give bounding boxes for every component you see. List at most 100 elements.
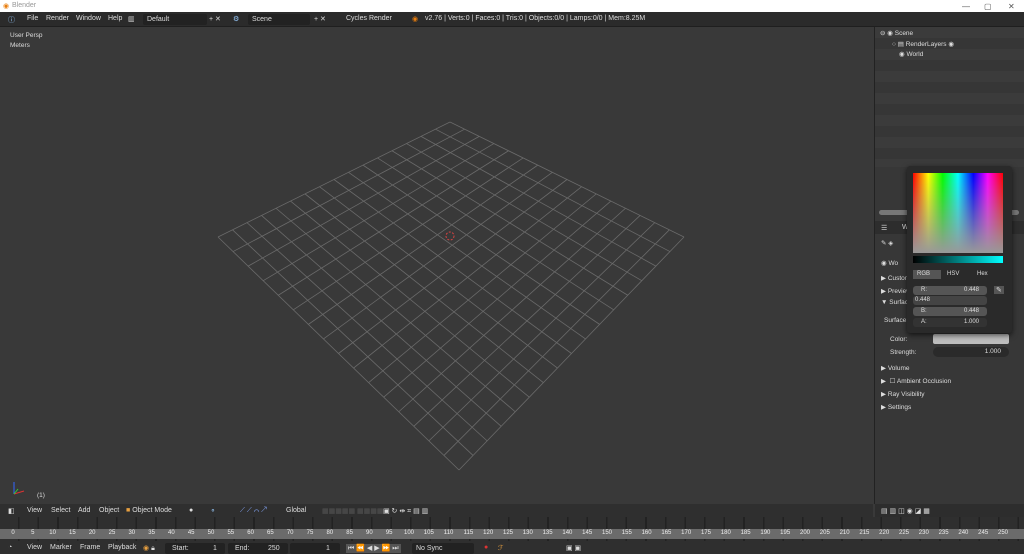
pivot-icon[interactable]: ⚬ (210, 507, 216, 515)
blue-field[interactable]: B: 0.448 (913, 307, 987, 316)
layout-icon: ▥ (128, 16, 135, 23)
frame-tick-label: 10 (49, 530, 56, 536)
menu-view[interactable]: View (27, 507, 42, 514)
maximize-button[interactable]: ▢ (984, 2, 992, 11)
eyedropper-icon[interactable]: ✎ (994, 286, 1004, 294)
timeline-menu-frame[interactable]: Frame (80, 544, 100, 551)
add-scene-button[interactable]: + ✕ (314, 15, 326, 23)
frame-tick-label: 110 (443, 530, 454, 536)
red-field[interactable]: R: 0.448 (913, 286, 987, 295)
info-header: ⓘ File Render Window Help ▥ Default + ✕ … (0, 12, 1024, 27)
frame-tick-label: 220 (879, 530, 890, 536)
menu-render[interactable]: Render (46, 15, 69, 22)
frame-tick-label: 160 (641, 530, 652, 536)
shading-icon[interactable]: ● (189, 507, 193, 514)
section-ray-visibility[interactable]: ▶ Ray Visibility (881, 390, 925, 398)
close-button[interactable]: ✕ (1008, 2, 1015, 11)
3d-viewport[interactable]: User Persp Meters (1) (0, 27, 873, 504)
frame-tick-label: 235 (938, 530, 949, 536)
start-frame-field[interactable]: Start: 1 (165, 543, 225, 554)
outliner-item-world[interactable]: ◉ World (899, 50, 923, 58)
properties-context-icons[interactable]: ▤ ▥ ◫ ◉ ◪ ▦ (881, 507, 930, 515)
value-slider[interactable] (913, 256, 1003, 263)
grid-line (443, 229, 670, 456)
section-settings[interactable]: ▶ Settings (881, 403, 911, 411)
timeline-menu-marker[interactable]: Marker (50, 544, 72, 551)
world-selector[interactable]: ◉ Wo (881, 259, 898, 267)
outliner-item-renderlayers[interactable]: ○ ▤ RenderLayers ◉ (892, 40, 954, 48)
orientation-selector[interactable]: Global (286, 507, 306, 514)
menu-file[interactable]: File (27, 15, 38, 22)
section-ambient-occlusion[interactable]: ▶ ☐ Ambient Occlusion (881, 377, 951, 385)
strength-field[interactable]: 1.000 (933, 347, 1009, 357)
frame-tick-label: 250 (997, 530, 1009, 536)
alpha-field[interactable]: A: 1.000 (913, 318, 987, 327)
layers-widget[interactable]: ▦▦▦▦▦ ▦▦▦▦▦ (322, 507, 390, 515)
cube-icon: ■ (126, 507, 131, 514)
grid-line (232, 229, 474, 456)
properties-tab-icon[interactable]: ☰ (881, 224, 887, 232)
editor-type-icon[interactable]: ◧ (8, 507, 15, 515)
layout-selector[interactable]: Default (143, 14, 207, 25)
frame-tick-label: 240 (958, 530, 969, 536)
frame-tick-label: 25 (108, 530, 116, 536)
playback-controls[interactable]: ⏮ ⏪ ◀ ▶ ⏩ ⏭ (346, 544, 401, 553)
green-field-editing[interactable]: 0.448 (913, 296, 987, 305)
frame-tick-label: 50 (207, 530, 215, 536)
blender-logo-icon: ◉ (3, 3, 10, 10)
grid-line (246, 222, 488, 442)
add-layout-button[interactable]: + ✕ (209, 15, 221, 23)
timeline-menu-playback[interactable]: Playback (108, 544, 136, 551)
frame-tick-label: 75 (306, 530, 314, 536)
frame-indicator: (1) (37, 492, 45, 499)
outliner-item-scene[interactable]: ⊖ ◉ Scene (880, 29, 913, 37)
scene-stats: v2.76 | Verts:0 | Faces:0 | Tris:0 | Obj… (425, 15, 646, 22)
snap-icons[interactable]: ▣ ↻ ⇹ ⌗ ▤ ▥ (383, 507, 428, 516)
keying-set-icons[interactable]: ▣ ▣ (566, 544, 581, 552)
menu-select[interactable]: Select (51, 507, 70, 514)
keyframe-icon[interactable]: ℱ (498, 544, 504, 552)
grid-line (458, 236, 685, 471)
frame-tick-label: 20 (88, 530, 96, 536)
color-label: Color: (890, 336, 908, 343)
tab-hsv[interactable]: HSV (947, 271, 959, 277)
current-frame-field[interactable]: 1 (290, 543, 340, 554)
timeline-editor-icon[interactable]: ◔ (8, 544, 12, 551)
render-engine-selector[interactable]: Cycles Render (346, 15, 392, 22)
minimize-button[interactable]: — (962, 2, 970, 11)
manipulator-icons[interactable]: ⟋ ⟋ ⌒ ↗ (240, 507, 267, 515)
timeline-menu-view[interactable]: View (27, 544, 42, 551)
frame-tick-label: 175 (700, 530, 712, 536)
timeline-header: ◔ View Marker Frame Playback ◉ 🔒︎ Start:… (0, 541, 1024, 554)
record-icon[interactable]: ● (484, 544, 488, 551)
3d-cursor-icon[interactable] (445, 231, 455, 241)
frame-tick-label: 150 (601, 530, 613, 536)
frame-tick-label: 225 (898, 530, 910, 536)
properties-header: ▤ ▥ ◫ ◉ ◪ ▦ (875, 504, 1024, 517)
sync-selector[interactable]: No Sync (412, 543, 474, 554)
scene-selector[interactable]: Scene (248, 14, 310, 25)
tab-rgb[interactable]: RGB (913, 270, 941, 279)
keying-lock-icon[interactable]: ◉ 🔒︎ (143, 544, 155, 553)
menu-help[interactable]: Help (108, 15, 122, 22)
floor-grid (217, 121, 685, 471)
color-swatch[interactable] (933, 334, 1009, 344)
info-editor-icon[interactable]: ⓘ (8, 15, 15, 25)
frame-tick-label: 0 (11, 530, 15, 536)
frame-ruler[interactable]: 0 5 10 15 20 25 30 35 40 45 50 55 60 65 70 75 80 85 90 95 10… (0, 529, 1024, 539)
panel-custom[interactable]: ▶ Custom (881, 274, 910, 282)
blender-icon: ◉ (412, 16, 419, 23)
end-frame-field[interactable]: End: 250 (228, 543, 288, 554)
tab-hex[interactable]: Hex (977, 271, 988, 277)
frame-tick-label: 120 (483, 530, 494, 536)
menu-window[interactable]: Window (76, 15, 101, 22)
frame-tick-label: 15 (69, 530, 76, 536)
pin-icon[interactable]: ✎ ◈ (881, 239, 893, 247)
section-volume[interactable]: ▶ Volume (881, 364, 910, 372)
frame-tick-label: 40 (168, 530, 175, 536)
3d-view-header: ◧ View Select Add Object ■ Object Mode ●… (0, 504, 873, 517)
menu-object[interactable]: Object (99, 507, 119, 514)
object-mode-selector[interactable]: ■ Object Mode (126, 507, 172, 514)
color-wheel-field[interactable] (913, 173, 1003, 253)
menu-add[interactable]: Add (78, 507, 90, 514)
